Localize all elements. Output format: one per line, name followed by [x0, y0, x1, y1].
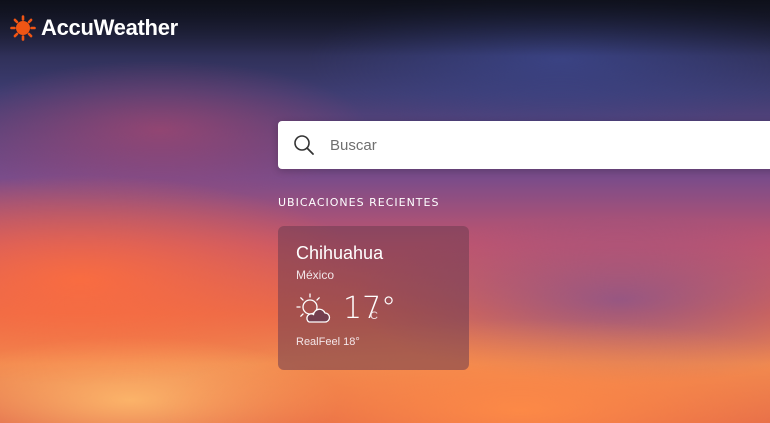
- recent-locations-heading: UBICACIONES RECIENTES: [278, 196, 440, 209]
- top-bar: AccuWeather: [0, 0, 770, 56]
- country-name: México: [296, 268, 335, 282]
- search-icon[interactable]: [293, 134, 315, 156]
- search-bar[interactable]: [278, 121, 770, 169]
- sun-logo-icon: [10, 15, 36, 41]
- accuweather-logo[interactable]: AccuWeather: [10, 14, 178, 42]
- sun-behind-cloud-icon: [296, 293, 331, 323]
- city-name: Chihuahua: [296, 243, 384, 263]
- brand-name: AccuWeather: [41, 15, 178, 40]
- search-input[interactable]: [330, 133, 730, 157]
- temperature-unit: C: [370, 310, 378, 322]
- realfeel-value: RealFeel 18°: [296, 336, 360, 348]
- recent-location-card[interactable]: Chihuahua México 17° C RealFeel 18°: [278, 226, 469, 370]
